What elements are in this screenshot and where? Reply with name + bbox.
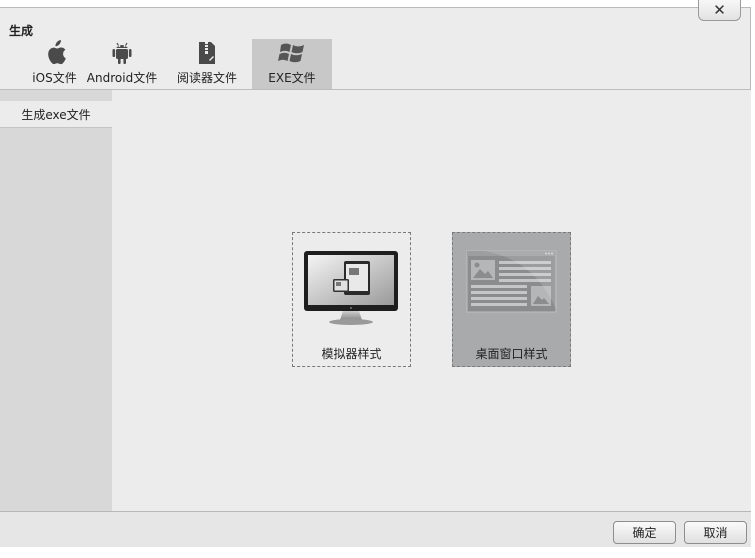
simulator-style-option[interactable]: 模拟器样式 <box>292 232 411 367</box>
tab-label: Android文件 <box>86 71 158 85</box>
generate-dialog: 生成 iOS文件 Android文件 阅读器文件 EXE文件 生成exe文件 模… <box>0 7 751 547</box>
sidebar-item-generate-exe[interactable]: 生成exe文件 <box>0 101 112 128</box>
dialog-title: 生成 <box>9 24 34 38</box>
option-label: 桌面窗口样式 <box>475 347 548 361</box>
close-icon: ✕ <box>713 1 726 19</box>
windows-icon <box>277 39 307 67</box>
tab-label: EXE文件 <box>268 71 316 85</box>
reader-file-icon <box>192 39 222 67</box>
android-icon <box>107 39 137 67</box>
tab-label: 阅读器文件 <box>176 71 237 85</box>
option-label: 模拟器样式 <box>321 347 382 361</box>
cancel-button[interactable]: 取消 <box>684 521 747 544</box>
desktop-window-style-option[interactable]: 桌面窗口样式 <box>452 232 571 367</box>
sidebar: 生成exe文件 <box>0 90 112 511</box>
close-button[interactable]: ✕ <box>698 0 741 21</box>
file-type-tabs: iOS文件 Android文件 阅读器文件 EXE文件 <box>27 39 332 89</box>
desktop-window-icon <box>464 249 559 329</box>
tab-reader[interactable]: 阅读器文件 <box>162 39 252 89</box>
ok-button[interactable]: 确定 <box>613 521 676 544</box>
apple-icon <box>40 39 70 67</box>
main-panel: 模拟器样式 桌面窗口样式 <box>112 90 751 511</box>
monitor-icon <box>304 249 399 329</box>
footer: 确定 取消 <box>0 512 751 547</box>
tab-label: iOS文件 <box>32 71 77 85</box>
tab-android[interactable]: Android文件 <box>82 39 162 89</box>
tab-exe[interactable]: EXE文件 <box>252 39 332 89</box>
tab-ios[interactable]: iOS文件 <box>27 39 82 89</box>
